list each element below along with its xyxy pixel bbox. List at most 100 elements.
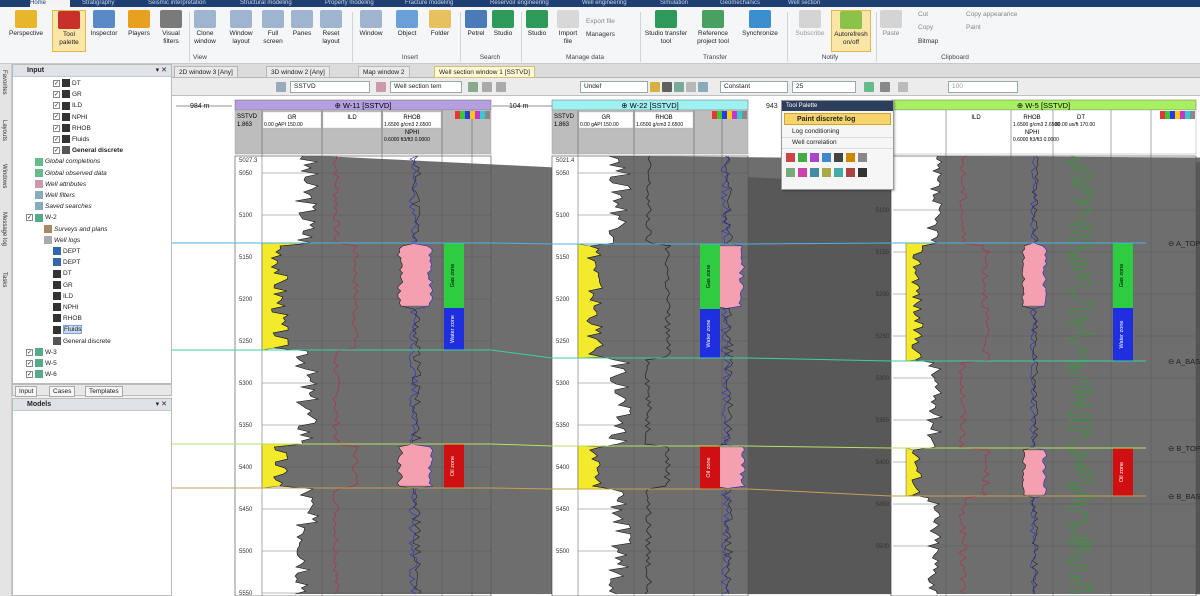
- favorites-tab[interactable]: Favorites: [1, 70, 7, 95]
- tree-item[interactable]: ILD: [53, 292, 73, 301]
- checkbox[interactable]: ✓: [53, 146, 60, 154]
- layouts-tab[interactable]: Layouts: [1, 120, 7, 141]
- tab-geomechanics[interactable]: Geomechanics: [720, 0, 760, 7]
- tab-3d-window[interactable]: 3D window 2 [Any]: [266, 66, 330, 78]
- fill-icon[interactable]: [674, 82, 684, 92]
- palette-tool-icon[interactable]: [822, 168, 831, 177]
- tab-structural[interactable]: Structural modeling: [240, 0, 292, 7]
- cut-button[interactable]: Cut: [918, 11, 928, 18]
- palette-tool-icon[interactable]: [834, 153, 843, 162]
- palette-tool-icon[interactable]: [810, 153, 819, 162]
- checkbox[interactable]: ✓: [26, 214, 33, 222]
- template-icon[interactable]: [376, 82, 386, 92]
- palette-tool-icon[interactable]: [798, 153, 807, 162]
- tree-item[interactable]: Well logs: [44, 236, 80, 245]
- palette-tool-icon[interactable]: [822, 153, 831, 162]
- palette-tool-icon[interactable]: [810, 168, 819, 177]
- tree-item[interactable]: Saved searches: [35, 202, 92, 211]
- tree-item[interactable]: Well filters: [35, 191, 75, 200]
- tab-simulation[interactable]: Simulation: [660, 0, 688, 7]
- reference-project-tool-button[interactable]: Reference project tool: [693, 10, 733, 46]
- palette-tool-icon[interactable]: [786, 153, 795, 162]
- pane-controls-icon[interactable]: ▾ ✕: [156, 399, 167, 411]
- brush-size-select[interactable]: 25: [792, 81, 856, 93]
- tree-item[interactable]: ✓ GR: [53, 90, 82, 99]
- palette-tool-icon[interactable]: [858, 153, 867, 162]
- tab-seismic[interactable]: Seismic interpretation: [148, 0, 206, 7]
- camera-icon[interactable]: [880, 82, 890, 92]
- players-button[interactable]: Players: [124, 10, 154, 38]
- tree-item[interactable]: ✓ W-2: [26, 213, 57, 222]
- tree-item[interactable]: Global observed data: [35, 168, 107, 178]
- tree-item[interactable]: ✓ W-5: [26, 359, 57, 368]
- tasks-tab[interactable]: Tasks: [1, 272, 7, 287]
- panes-button[interactable]: Panes: [290, 10, 314, 38]
- well-correlation-section[interactable]: Well correlation: [782, 138, 893, 149]
- snap-icon[interactable]: [698, 82, 708, 92]
- tree-item[interactable]: RHOB: [53, 314, 82, 323]
- paint-button[interactable]: Paint: [966, 24, 981, 31]
- palette-tool-icon[interactable]: [858, 168, 867, 177]
- well-section-canvas[interactable]: 984 m 104 m 943 ⊕ W-11 [SSTVD] SSTVD 1.863 GR 0…: [172, 96, 1200, 596]
- tree-item[interactable]: ✓ DT: [53, 79, 81, 88]
- checkbox[interactable]: ✓: [53, 90, 60, 98]
- insert-object-button[interactable]: Object: [393, 10, 421, 38]
- tree-item[interactable]: ✓ NPHI: [53, 112, 88, 122]
- tab-map-window[interactable]: Map window 2: [358, 66, 410, 78]
- zoom-icon[interactable]: [898, 82, 908, 92]
- subscribe-button[interactable]: Subscribe: [792, 10, 828, 38]
- paint-discrete-log-tool[interactable]: Paint discrete log: [784, 113, 891, 125]
- tab-home[interactable]: Home: [30, 0, 70, 7]
- studio-transfer-tool-button[interactable]: Studio transfer tool: [644, 10, 688, 46]
- tab-cases[interactable]: Cases: [49, 386, 76, 397]
- insert-folder-button[interactable]: Folder: [426, 10, 454, 38]
- tab-property[interactable]: Property modeling: [325, 0, 374, 7]
- pin-icon[interactable]: [276, 82, 286, 92]
- tab-templates[interactable]: Templates: [85, 386, 123, 397]
- tab-reservoir[interactable]: Reservoir engineering: [490, 0, 549, 7]
- tab-well-section-window[interactable]: Well section window 1 [SSTVD]: [434, 66, 535, 78]
- pane-controls-icon[interactable]: ▾ ✕: [156, 65, 167, 77]
- tree-item[interactable]: NPHI: [53, 303, 79, 312]
- tab-well-engineering[interactable]: Well engineering: [582, 0, 627, 7]
- autorefresh-button[interactable]: Autorefresh on/off: [831, 10, 871, 52]
- import-file-button[interactable]: Import file: [556, 10, 580, 46]
- clone-window-button[interactable]: Clone window: [192, 10, 218, 46]
- copy-appearance-button[interactable]: Copy appearance: [966, 11, 1017, 18]
- perspective-button[interactable]: Perspective: [6, 10, 46, 38]
- tree-item[interactable]: ✓ W-6: [26, 370, 57, 379]
- tab-input[interactable]: Input: [15, 386, 38, 397]
- bitmap-button[interactable]: Bitmap: [918, 38, 938, 45]
- paint-brush-icon[interactable]: [650, 82, 660, 92]
- message-log-tab[interactable]: Message log: [1, 212, 7, 246]
- eraser-icon[interactable]: [662, 82, 672, 92]
- export-file-button[interactable]: Export file: [586, 18, 615, 25]
- tree-item[interactable]: ✓ Fluids: [53, 135, 89, 144]
- copy-button[interactable]: Copy: [918, 24, 933, 31]
- checkbox[interactable]: ✓: [26, 348, 33, 356]
- managers-button[interactable]: Managers: [586, 31, 615, 38]
- palette-tool-icon[interactable]: [786, 168, 795, 177]
- tree-item[interactable]: DEPT: [53, 258, 80, 267]
- tab-fracture[interactable]: Fracture modeling: [405, 0, 453, 7]
- checkbox[interactable]: ✓: [53, 79, 60, 87]
- tree-item[interactable]: Fluids: [53, 325, 83, 335]
- undef-select[interactable]: Undef: [580, 81, 648, 93]
- log-conditioning-section[interactable]: Log conditioning: [782, 127, 893, 138]
- settings-icon[interactable]: [468, 82, 478, 92]
- tool-palette-button[interactable]: Tool palette: [52, 10, 86, 52]
- undo-icon[interactable]: [482, 82, 492, 92]
- inspector-button[interactable]: Inspector: [88, 10, 120, 38]
- pick-icon[interactable]: [686, 82, 696, 92]
- tree-item[interactable]: DEPT: [53, 247, 80, 256]
- tree-item[interactable]: Surveys and plans: [44, 224, 107, 234]
- insert-window-button[interactable]: Window: [356, 10, 386, 38]
- tree-item[interactable]: Global completions: [35, 157, 100, 166]
- full-screen-button[interactable]: Full screen: [262, 10, 284, 46]
- tree-item[interactable]: Well attributes: [35, 180, 86, 189]
- constant-select[interactable]: Constant: [720, 81, 788, 93]
- well-section-plot[interactable]: 984 m 104 m 943⊕ W-11 [SSTVD]SSTVD1.863GR0…: [172, 96, 1200, 596]
- checkbox[interactable]: ✓: [26, 359, 33, 367]
- palette-tool-icon[interactable]: [834, 168, 843, 177]
- tree-item[interactable]: DT: [53, 269, 72, 278]
